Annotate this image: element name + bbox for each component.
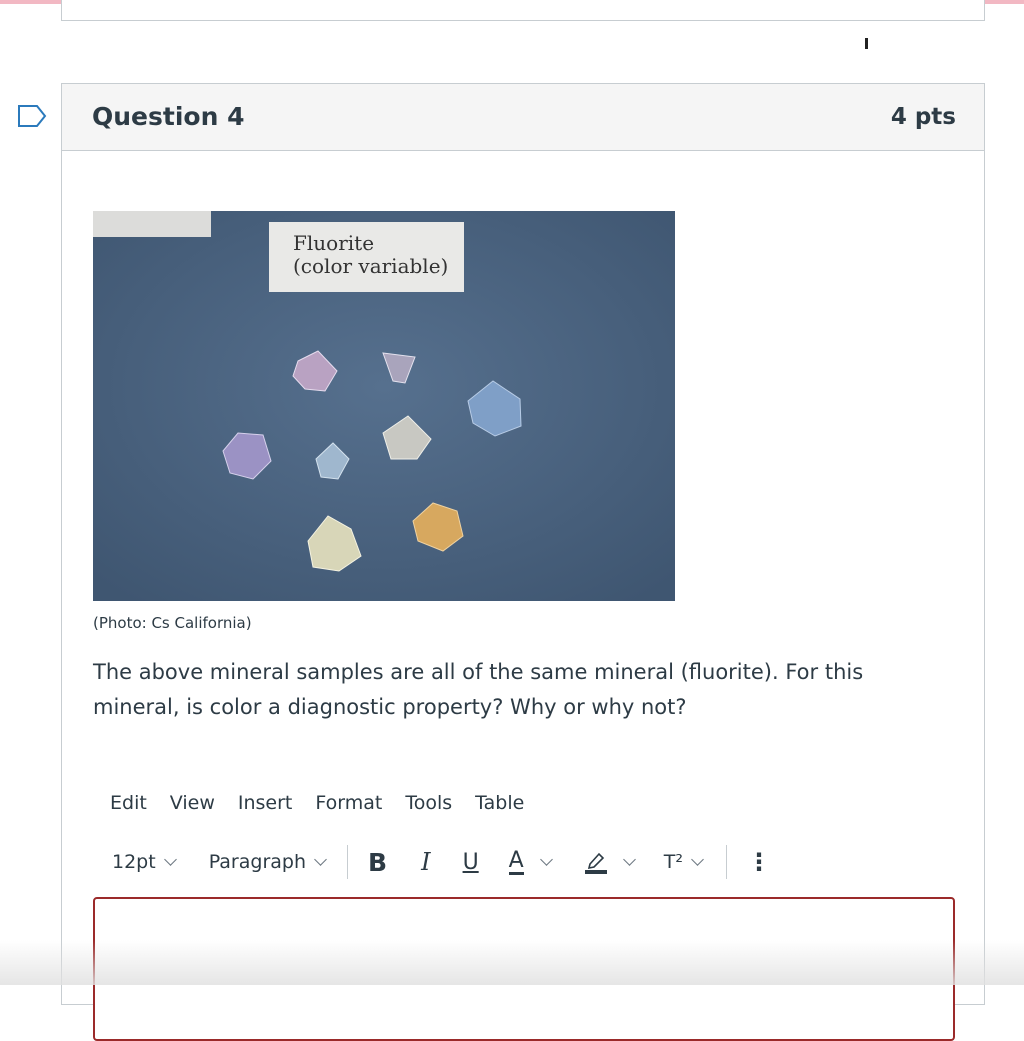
text-color-button[interactable]: A [508,847,553,875]
chevron-down-icon [314,853,327,866]
superscript-icon: T² [663,851,683,873]
toolbar-divider [725,845,727,879]
photo-label-card: Fluorite (color variable) [269,222,464,292]
photo-label-line1: Fluorite [293,231,375,255]
highlight-color-button[interactable] [584,850,636,874]
text-color-icon: A [508,847,524,875]
chevron-down-icon [163,853,177,866]
bold-button[interactable]: B [368,848,387,877]
question-title: Question 4 [92,102,245,131]
highlighter-icon [584,852,607,874]
menu-tools[interactable]: Tools [405,792,452,822]
chevron-down-icon [539,853,553,866]
question-header: Question 4 4 pts [62,84,984,151]
menu-table[interactable]: Table [475,792,524,822]
toolbar-divider [347,845,349,879]
menu-format[interactable]: Format [315,792,382,822]
more-options-button[interactable]: ⋮ [747,848,771,876]
editor-menubar: Edit View Insert Format Tools Table [110,792,547,822]
text-cursor [865,38,868,49]
italic-button[interactable]: I [421,848,430,876]
question-card: Question 4 4 pts Fluorite (color variabl… [61,83,985,1041]
menu-view[interactable]: View [170,792,215,822]
superscript-button[interactable]: T² [663,851,704,873]
photo-label-line2: (color variable) [293,254,449,278]
block-format-select[interactable]: Paragraph [208,851,327,873]
font-size-select[interactable]: 12pt [112,851,177,873]
question-points: 4 pts [890,104,956,130]
menu-edit[interactable]: Edit [110,792,147,822]
block-format-value: Paragraph [208,851,307,873]
scroll-fade [0,940,1024,985]
font-size-value: 12pt [112,851,156,873]
chevron-down-icon [691,853,704,866]
photo-credit: (Photo: Cs California) [93,614,252,632]
underline-button[interactable]: U [463,850,479,875]
more-icon: ⋮ [746,848,771,876]
previous-question-box [61,0,985,21]
menu-insert[interactable]: Insert [238,792,293,822]
question-text: The above mineral samples are all of the… [93,660,864,719]
fluorite-photo: Fluorite (color variable) [93,211,675,601]
chevron-down-icon [622,853,636,866]
flag-question-icon[interactable] [17,104,47,128]
editor-toolbar: 12pt Paragraph B I U A T² ⋮ [112,844,771,880]
